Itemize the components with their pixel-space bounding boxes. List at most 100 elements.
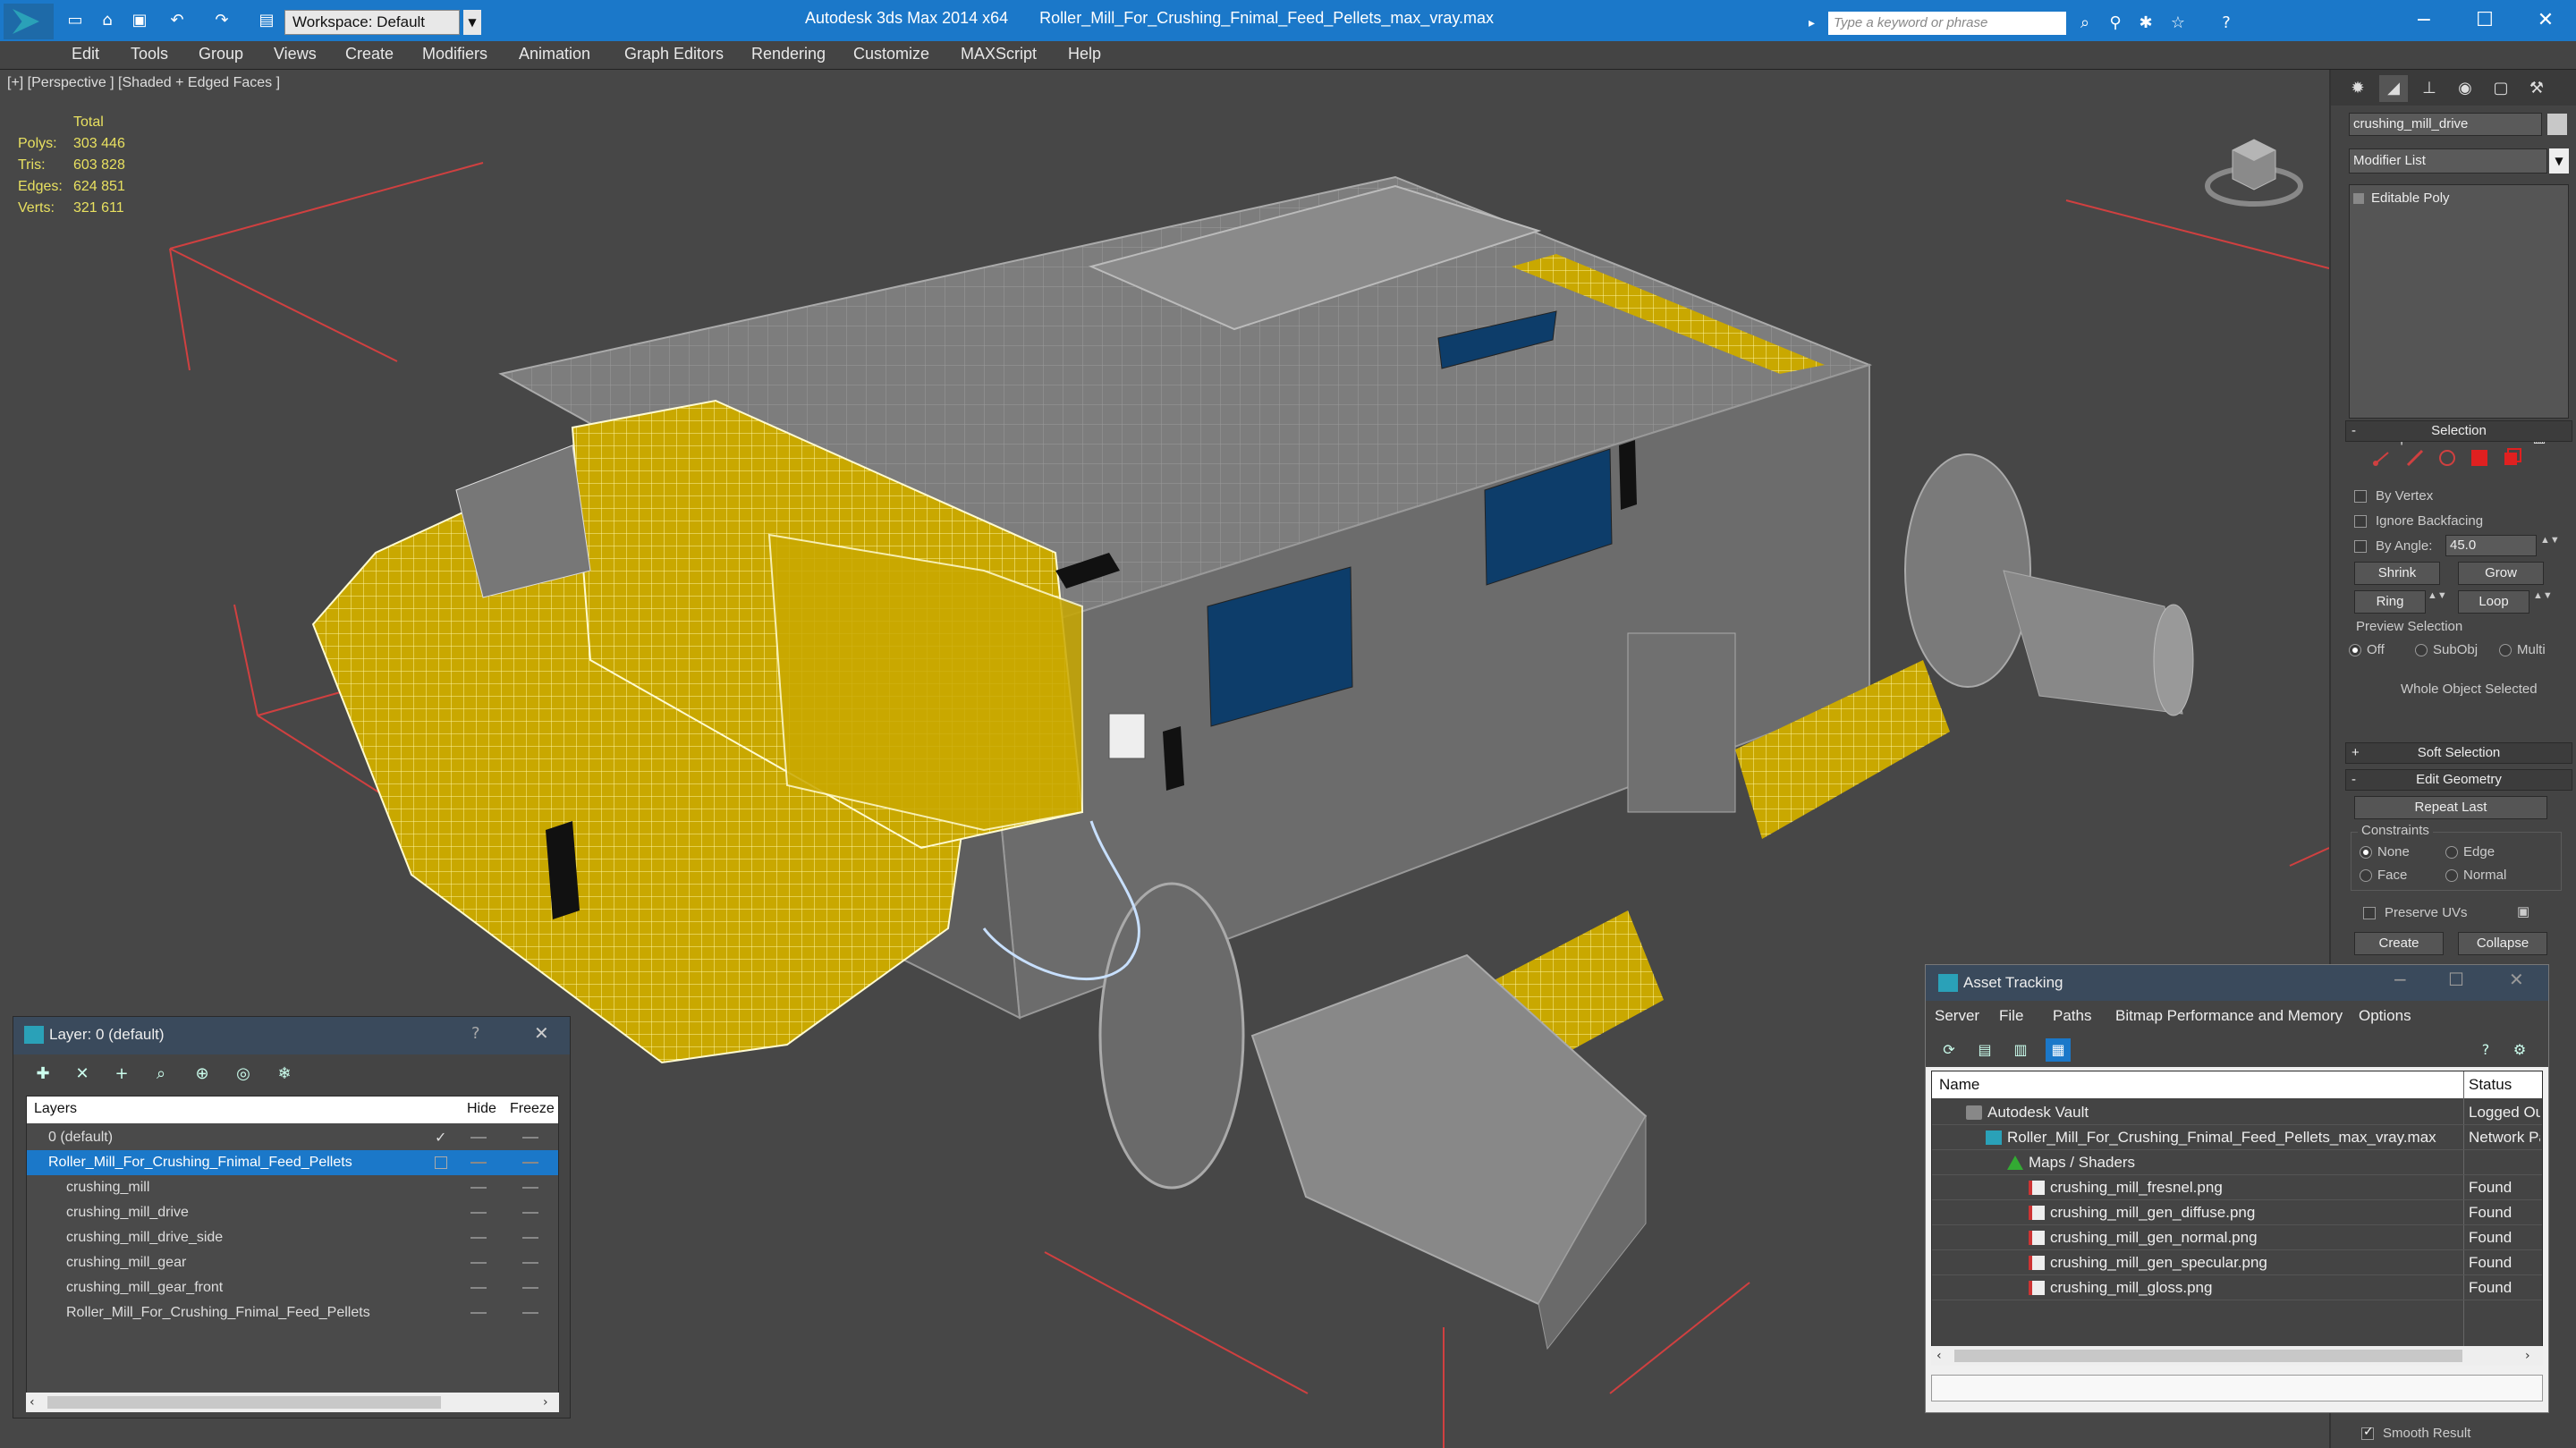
chevron-down-icon[interactable]: ▼ bbox=[463, 10, 481, 35]
menu-rendering[interactable]: Rendering bbox=[751, 45, 826, 64]
border-mode-icon[interactable] bbox=[2436, 447, 2458, 469]
column-hide[interactable]: Hide bbox=[467, 1101, 496, 1117]
asset-row[interactable]: Autodesk Vault Logged Out bbox=[1932, 1100, 2542, 1125]
layer-row[interactable]: crushing_mill_gear_front bbox=[27, 1275, 558, 1300]
smooth-result-checkbox[interactable] bbox=[2361, 1425, 2374, 1440]
modifier-stack[interactable]: Editable Poly bbox=[2349, 184, 2569, 419]
menu-paths[interactable]: Paths bbox=[2053, 1007, 2091, 1025]
add-to-layer-icon[interactable]: + bbox=[108, 1062, 135, 1087]
spinner-arrows-icon[interactable]: ▲▼ bbox=[2540, 535, 2560, 546]
undo-icon[interactable]: ↶ bbox=[166, 11, 188, 30]
display-tab-icon[interactable]: ▢ bbox=[2487, 75, 2515, 102]
layer-row[interactable]: crushing_mill_drive_side bbox=[27, 1225, 558, 1250]
minimize-icon[interactable]: − bbox=[2397, 4, 2451, 38]
by-angle-checkbox[interactable] bbox=[2354, 540, 2367, 553]
motion-tab-icon[interactable]: ◉ bbox=[2451, 75, 2479, 102]
hide-toggle[interactable] bbox=[470, 1237, 487, 1239]
constraint-normal-radio[interactable] bbox=[2445, 869, 2458, 882]
layer-row[interactable]: crushing_mill_gear bbox=[27, 1250, 558, 1275]
asset-row[interactable]: crushing_mill_fresnel.png Found bbox=[1932, 1175, 2542, 1200]
freeze-all-layers-icon[interactable]: ❄ bbox=[271, 1062, 298, 1087]
subscription-icon[interactable]: ⚲ bbox=[2104, 13, 2127, 34]
hide-toggle[interactable] bbox=[470, 1312, 487, 1314]
hide-toggle[interactable] bbox=[470, 1212, 487, 1214]
new-layer-icon[interactable]: ✚ bbox=[30, 1062, 56, 1087]
minimize-icon[interactable]: − bbox=[2393, 969, 2408, 990]
select-objects-icon[interactable]: ⌕ bbox=[148, 1062, 174, 1087]
freeze-toggle[interactable] bbox=[522, 1212, 538, 1214]
grow-button[interactable]: Grow bbox=[2458, 562, 2544, 585]
polygon-mode-icon[interactable] bbox=[2469, 447, 2490, 469]
maximize-icon[interactable]: ☐ bbox=[2448, 969, 2464, 990]
horizontal-scrollbar[interactable]: ‹ › bbox=[26, 1393, 559, 1412]
column-name[interactable]: Name bbox=[1939, 1076, 1979, 1094]
delete-layer-icon[interactable]: ✕ bbox=[69, 1062, 96, 1087]
help-icon[interactable]: ? bbox=[2215, 13, 2238, 34]
app-logo[interactable] bbox=[4, 4, 54, 39]
freeze-toggle[interactable] bbox=[522, 1162, 538, 1164]
layer-window-titlebar[interactable]: Layer: 0 (default) ? ✕ bbox=[13, 1017, 570, 1054]
preserve-uvs-settings-icon[interactable]: ▣ bbox=[2517, 903, 2529, 919]
freeze-toggle[interactable] bbox=[522, 1237, 538, 1239]
loop-button[interactable]: Loop bbox=[2458, 590, 2529, 614]
menu-modifiers[interactable]: Modifiers bbox=[422, 45, 487, 64]
search-expand-icon[interactable]: ▸ bbox=[1809, 12, 1825, 35]
search-input[interactable]: Type a keyword or phrase bbox=[1828, 12, 2066, 35]
hide-toggle[interactable] bbox=[470, 1287, 487, 1289]
modifier-list-dropdown[interactable]: Modifier List bbox=[2349, 148, 2547, 174]
utilities-tab-icon[interactable]: ⚒ bbox=[2522, 75, 2551, 102]
new-file-icon[interactable]: ▭ bbox=[64, 11, 86, 30]
freeze-toggle[interactable] bbox=[522, 1262, 538, 1264]
asset-row[interactable]: Roller_Mill_For_Crushing_Fnimal_Feed_Pel… bbox=[1932, 1125, 2542, 1150]
layer-row[interactable]: crushing_mill_drive bbox=[27, 1200, 558, 1225]
column-status[interactable]: Status bbox=[2469, 1076, 2512, 1094]
preview-subobj-radio[interactable] bbox=[2415, 644, 2428, 656]
scroll-left-icon[interactable]: ‹ bbox=[1936, 1346, 1942, 1366]
open-file-icon[interactable]: ⌂ bbox=[97, 11, 118, 30]
set-current-layer-icon[interactable] bbox=[435, 1156, 447, 1169]
menu-server[interactable]: Server bbox=[1935, 1007, 1979, 1025]
by-vertex-checkbox[interactable] bbox=[2354, 490, 2367, 503]
ignore-backfacing-checkbox[interactable] bbox=[2354, 515, 2367, 528]
current-layer-check-icon[interactable]: ✓ bbox=[435, 1129, 446, 1147]
constraint-none-radio[interactable] bbox=[2360, 846, 2372, 859]
help-icon[interactable]: ? bbox=[2473, 1038, 2498, 1062]
menu-create[interactable]: Create bbox=[345, 45, 394, 64]
modify-tab-icon[interactable]: ◢ bbox=[2379, 75, 2408, 102]
chevron-down-icon[interactable]: ▼ bbox=[2549, 148, 2569, 174]
horizontal-scrollbar[interactable]: ‹ › bbox=[1931, 1346, 2543, 1366]
maximize-icon[interactable]: ☐ bbox=[2458, 4, 2512, 38]
scroll-right-icon[interactable]: › bbox=[2525, 1346, 2530, 1366]
object-name-field[interactable]: crushing_mill_drive bbox=[2349, 113, 2542, 136]
preview-off-radio[interactable] bbox=[2349, 644, 2361, 656]
menu-views[interactable]: Views bbox=[274, 45, 317, 64]
scrollbar-thumb[interactable] bbox=[1954, 1350, 2462, 1362]
edit-geometry-rollout-header[interactable]: - Edit Geometry bbox=[2345, 769, 2572, 791]
freeze-toggle[interactable] bbox=[522, 1137, 538, 1139]
asset-row[interactable]: crushing_mill_gen_specular.png Found bbox=[1932, 1250, 2542, 1275]
shrink-button[interactable]: Shrink bbox=[2354, 562, 2440, 585]
asset-window-titlebar[interactable]: Asset Tracking − ☐ ✕ bbox=[1926, 965, 2548, 1001]
list-view-icon[interactable]: ▤ bbox=[1972, 1038, 1997, 1062]
close-icon[interactable]: ✕ bbox=[2509, 969, 2524, 990]
vertex-mode-icon[interactable] bbox=[2370, 447, 2392, 469]
preserve-uvs-checkbox[interactable] bbox=[2363, 907, 2376, 919]
layer-row[interactable]: 0 (default) ✓ bbox=[27, 1125, 558, 1150]
close-icon[interactable]: ✕ bbox=[534, 1022, 549, 1044]
constraint-face-radio[interactable] bbox=[2360, 869, 2372, 882]
angle-spinner[interactable]: 45.0 bbox=[2445, 535, 2537, 556]
menu-group[interactable]: Group bbox=[199, 45, 243, 64]
menu-maxscript[interactable]: MAXScript bbox=[961, 45, 1037, 64]
hide-toggle[interactable] bbox=[470, 1262, 487, 1264]
hierarchy-tab-icon[interactable]: ⊥ bbox=[2415, 75, 2444, 102]
asset-row[interactable]: crushing_mill_gen_diffuse.png Found bbox=[1932, 1200, 2542, 1225]
freeze-toggle[interactable] bbox=[522, 1187, 538, 1189]
element-mode-icon[interactable] bbox=[2501, 447, 2522, 469]
ring-button[interactable]: Ring bbox=[2354, 590, 2426, 614]
highlight-layer-icon[interactable]: ⊕ bbox=[189, 1062, 216, 1087]
grid-view-icon[interactable]: ▦ bbox=[2046, 1038, 2071, 1062]
project-folder-icon[interactable]: ▤ bbox=[256, 11, 277, 30]
hide-all-layers-icon[interactable]: ◎ bbox=[230, 1062, 257, 1087]
favorites-icon[interactable]: ☆ bbox=[2166, 13, 2190, 34]
communication-icon[interactable]: ✱ bbox=[2134, 13, 2157, 34]
